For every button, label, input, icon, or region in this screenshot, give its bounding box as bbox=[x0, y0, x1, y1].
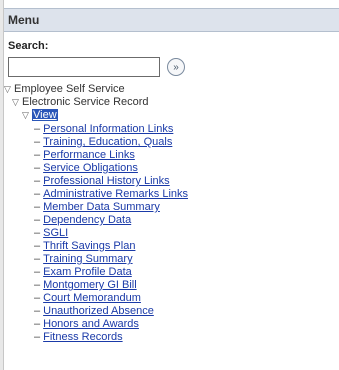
tree-link-item[interactable]: – Dependency Data bbox=[34, 213, 131, 227]
tree-link-item[interactable]: – Exam Profile Data bbox=[34, 265, 132, 279]
professional-history-links[interactable]: Professional History Links bbox=[43, 175, 170, 187]
expanded-triangle-icon: ▽ bbox=[22, 110, 29, 120]
sgli[interactable]: SGLI bbox=[43, 227, 68, 239]
tree-link-item[interactable]: – Unauthorized Absence bbox=[34, 304, 154, 318]
tree-link-item[interactable]: – Honors and Awards bbox=[34, 317, 139, 331]
training-summary[interactable]: Training Summary bbox=[43, 253, 132, 265]
dependency-data[interactable]: Dependency Data bbox=[43, 214, 131, 226]
tree-link-item[interactable]: – Service Obligations bbox=[34, 161, 138, 175]
tree-link-item[interactable]: – Montgomery GI Bill bbox=[34, 278, 137, 292]
tree-link-item[interactable]: – Professional History Links bbox=[34, 174, 170, 188]
honors-and-awards[interactable]: Honors and Awards bbox=[43, 318, 139, 330]
expanded-triangle-icon: ▽ bbox=[12, 97, 19, 107]
tree-link-item[interactable]: – Personal Information Links bbox=[34, 122, 173, 136]
member-data-summary[interactable]: Member Data Summary bbox=[43, 201, 160, 213]
court-memorandum[interactable]: Court Memorandum bbox=[43, 292, 141, 304]
tree-link-item[interactable]: – SGLI bbox=[34, 226, 68, 240]
training-education-quals[interactable]: Training, Education, Quals bbox=[43, 136, 172, 148]
menu-header: Menu bbox=[4, 8, 339, 32]
montgomery-gi-bill[interactable]: Montgomery GI Bill bbox=[43, 279, 137, 291]
expanded-triangle-icon: ▽ bbox=[4, 84, 11, 94]
personal-information-links[interactable]: Personal Information Links bbox=[43, 123, 173, 135]
tree-node-view[interactable]: ▽ View bbox=[22, 108, 58, 122]
tree-link-item[interactable]: – Training Summary bbox=[34, 252, 133, 266]
go-arrow-icon: » bbox=[173, 61, 179, 73]
tree-node-view-label: View bbox=[32, 109, 58, 121]
tree-link-item[interactable]: – Court Memorandum bbox=[34, 291, 141, 305]
menu-title: Menu bbox=[8, 13, 40, 27]
tree-link-item[interactable]: – Fitness Records bbox=[34, 330, 123, 344]
fitness-records[interactable]: Fitness Records bbox=[43, 331, 122, 343]
tree-link-item[interactable]: – Performance Links bbox=[34, 148, 135, 162]
search-go-button[interactable]: » bbox=[167, 58, 185, 76]
exam-profile-data[interactable]: Exam Profile Data bbox=[43, 266, 132, 278]
tree-node-electronic-service-record[interactable]: ▽ Electronic Service Record bbox=[12, 95, 149, 109]
tree-link-item[interactable]: – Training, Education, Quals bbox=[34, 135, 172, 149]
performance-links[interactable]: Performance Links bbox=[43, 149, 135, 161]
search-input[interactable] bbox=[8, 57, 160, 77]
menu-panel: Menu Search: » ▽ Employee Self Service ▽ E… bbox=[4, 8, 339, 370]
tree-link-item[interactable]: – Administrative Remarks Links bbox=[34, 187, 188, 201]
search-label: Search: bbox=[8, 40, 49, 52]
tree-node-label: Employee Self Service bbox=[14, 83, 125, 95]
tree-node-employee-self-service[interactable]: ▽ Employee Self Service bbox=[4, 82, 125, 96]
tree-link-item[interactable]: – Member Data Summary bbox=[34, 200, 160, 214]
tree-node-label: Electronic Service Record bbox=[22, 96, 149, 108]
service-obligations[interactable]: Service Obligations bbox=[43, 162, 138, 174]
tree-link-item[interactable]: – Thrift Savings Plan bbox=[34, 239, 135, 253]
thrift-savings-plan[interactable]: Thrift Savings Plan bbox=[43, 240, 135, 252]
administrative-remarks-links[interactable]: Administrative Remarks Links bbox=[43, 188, 188, 200]
unauthorized-absence[interactable]: Unauthorized Absence bbox=[43, 305, 154, 317]
